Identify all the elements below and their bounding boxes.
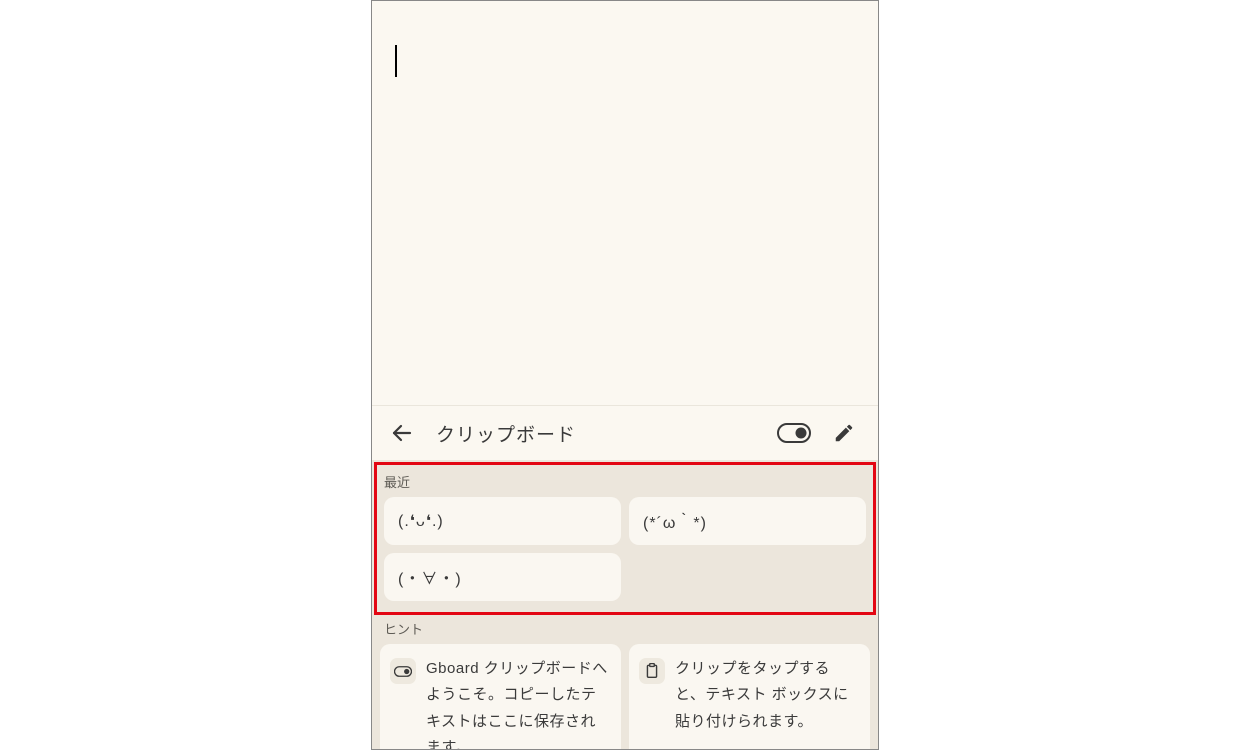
text-caret <box>395 45 397 77</box>
tip-text: クリップをタップすると、テキスト ボックスに貼り付けられます。 <box>675 656 858 749</box>
tip-card[interactable]: Gboard クリップボードへようこそ。コピーしたテキストはここに保存されます。 <box>380 644 621 749</box>
clip-item[interactable]: (・∀・) <box>384 553 621 601</box>
toggle-icon <box>394 666 412 677</box>
clipboard-title: クリップボード <box>432 420 764 447</box>
edit-button[interactable] <box>824 413 864 453</box>
recent-label: 最近 <box>380 468 870 497</box>
back-button[interactable] <box>382 413 422 453</box>
tip-card[interactable]: クリップをタップすると、テキスト ボックスに貼り付けられます。 <box>629 644 870 749</box>
tip-toggle-icon <box>390 658 416 684</box>
pencil-icon <box>833 422 855 444</box>
recent-section: 最近 (.❛ᴗ❛.) (*´ω｀*) (・∀・) <box>376 464 874 613</box>
clipboard-panel: 最近 (.❛ᴗ❛.) (*´ω｀*) (・∀・) ヒント <box>372 460 878 749</box>
tips-label: ヒント <box>380 615 870 644</box>
toggle-on-icon <box>777 423 811 443</box>
phone-frame: クリップボード 最近 (.❛ᴗ❛.) (*´ω｀*) <box>371 0 879 750</box>
clipboard-header: クリップボード <box>372 406 878 460</box>
clip-text: (*´ω｀*) <box>643 509 707 533</box>
arrow-left-icon <box>390 421 414 445</box>
clip-text: (.❛ᴗ❛.) <box>398 511 444 531</box>
clip-item[interactable]: (*´ω｀*) <box>629 497 866 545</box>
clip-item[interactable]: (.❛ᴗ❛.) <box>384 497 621 545</box>
clipboard-icon <box>645 663 659 679</box>
clipboard-toggle[interactable] <box>774 413 814 453</box>
note-editor[interactable] <box>372 1 878 406</box>
tip-text: Gboard クリップボードへようこそ。コピーしたテキストはここに保存されます。 <box>426 656 609 749</box>
tip-clipboard-icon <box>639 658 665 684</box>
clip-text: (・∀・) <box>398 565 462 589</box>
